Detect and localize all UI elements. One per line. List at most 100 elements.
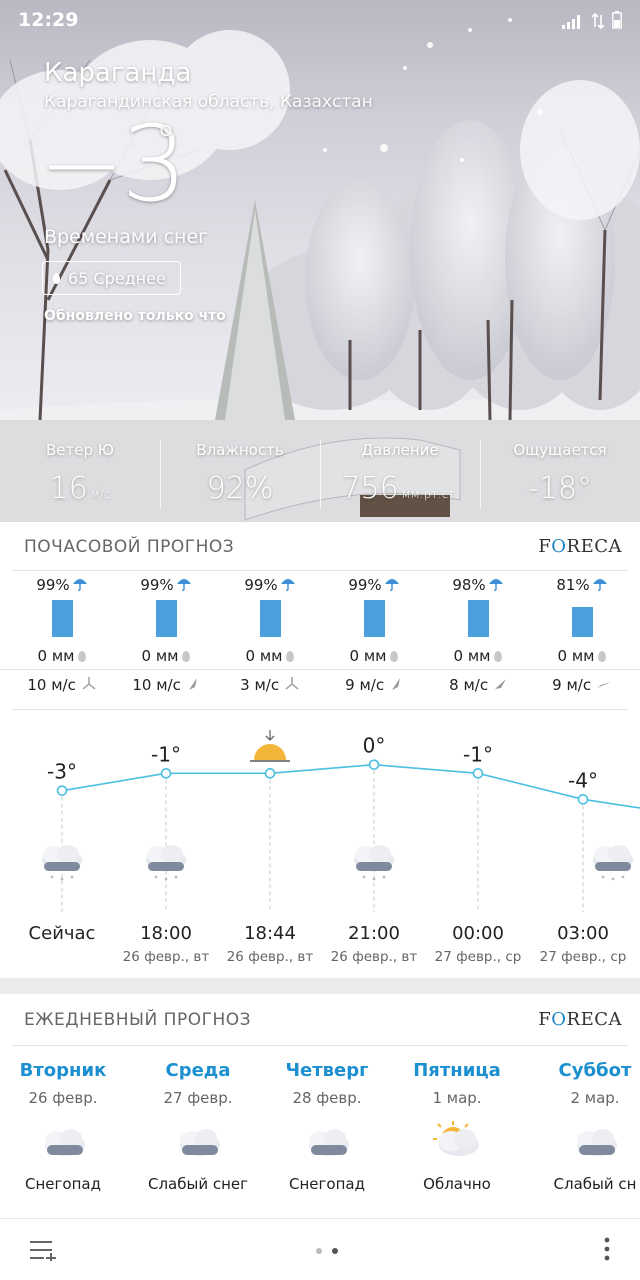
stat-value: -18°: [480, 471, 640, 506]
hourly-column: 81% 0 мм: [530, 570, 634, 665]
umbrella-icon: [384, 579, 399, 592]
wind-cell: 10 м/с: [10, 676, 114, 694]
wind-speed: 3 м/с: [240, 676, 280, 694]
precip-pct: 99%: [140, 576, 174, 594]
precip-bar: [571, 607, 593, 637]
temperature-point: [264, 768, 276, 779]
umbrella-icon: [176, 579, 191, 592]
stat-value: 756 мм.рт.ст.: [320, 471, 480, 506]
day-name: Вторник: [19, 1060, 107, 1081]
precip-pct: 99%: [348, 576, 382, 594]
temperature-point: [160, 768, 172, 779]
day-condition: Облачно: [423, 1175, 491, 1193]
wind-speed: 10 м/с: [132, 676, 181, 694]
stat-number: -18°: [528, 471, 592, 506]
temperature-point: [472, 768, 484, 779]
day-condition: Слабый сн: [553, 1175, 637, 1193]
city-name[interactable]: Караганда: [44, 58, 191, 88]
air-quality-value: 65 Среднее: [68, 268, 166, 288]
precip-probability: 99%: [114, 576, 218, 594]
data-transfer-icon: [592, 13, 604, 29]
temperature-label: -4°: [568, 768, 598, 792]
wind-direction-icon: [494, 679, 506, 689]
temperature-line: [61, 763, 640, 809]
wind-direction-icon: [391, 678, 400, 690]
foreca-logo[interactable]: FORECA: [538, 1009, 622, 1030]
current-weather-panel: 12:29 Караганда Карагандинская область, …: [0, 0, 640, 522]
bottom-bar: [0, 1218, 640, 1280]
wind-variable-icon: [82, 677, 96, 690]
day-column[interactable]: Пятница 1 мар. Облачно: [392, 1060, 522, 1193]
more-options-icon[interactable]: [604, 1237, 610, 1261]
stat-label: Давление: [361, 441, 439, 459]
precip-amount: 0 мм: [530, 647, 634, 665]
precip-probability: 98%: [426, 576, 530, 594]
precip-pct: 99%: [36, 576, 70, 594]
foreca-logo[interactable]: FORECA: [538, 536, 622, 557]
air-quality-drop-icon: [53, 272, 60, 284]
precip-pct: 99%: [244, 576, 278, 594]
temperature-point: [577, 794, 589, 805]
partly-cloudy-icon: [433, 1121, 479, 1156]
time-label: 18:44: [244, 923, 296, 944]
time-label: 00:00: [452, 923, 504, 944]
day-column[interactable]: Суббот 2 мар. Слабый сн: [530, 1060, 640, 1193]
time-label: 03:00: [557, 923, 609, 944]
page-dot: [316, 1248, 322, 1254]
precip-amount: 0 мм: [322, 647, 426, 665]
logo-part: O: [551, 536, 567, 557]
day-column[interactable]: Четверг 28 февр. Снегопад: [262, 1060, 392, 1193]
precip-probability: 81%: [530, 576, 634, 594]
locations-menu-icon[interactable]: [30, 1239, 56, 1261]
precip-mm: 0 мм: [453, 647, 491, 665]
day-name: Четверг: [285, 1060, 369, 1081]
day-column[interactable]: Вторник 26 февр. Снегопад: [0, 1060, 128, 1193]
stat-label: Влажность: [196, 441, 284, 459]
precip-pct: 98%: [452, 576, 486, 594]
hourly-temperature-chart[interactable]: -3° Сейчас -1° 18:00 26 февр., вт 18:44 26 фев…: [0, 712, 640, 972]
precip-probability: 99%: [10, 576, 114, 594]
day-condition: Снегопад: [25, 1175, 101, 1193]
umbrella-icon: [72, 579, 87, 592]
air-quality-badge[interactable]: 65 Среднее: [42, 261, 181, 295]
date-label: 27 февр., ср: [540, 949, 627, 965]
wind-speed: 10 м/с: [27, 676, 76, 694]
temperature-label: -1°: [151, 742, 181, 766]
divider: [12, 709, 628, 710]
temperature-point: [368, 759, 380, 770]
drop-icon: [390, 651, 399, 662]
updated-time: Обновлено только что: [44, 308, 226, 324]
drop-icon: [182, 651, 191, 662]
precip-mm: 0 мм: [349, 647, 387, 665]
stat-number: 92%: [206, 471, 274, 506]
wind-speed: 9 м/с: [552, 676, 592, 694]
sunset-icon: [250, 730, 290, 762]
day-condition: Слабый снег: [147, 1175, 249, 1193]
day-name: Пятница: [413, 1060, 501, 1081]
day-name: Среда: [165, 1060, 231, 1081]
stat-label: Ощущается: [513, 441, 607, 459]
day-column[interactable]: Среда 27 февр. Слабый снег: [133, 1060, 263, 1193]
wind-speed: 9 м/с: [345, 676, 385, 694]
stat-wind: Ветер Ю 16 м/с: [0, 434, 160, 514]
day-date: 1 мар.: [432, 1089, 482, 1107]
time-label: 21:00: [348, 923, 400, 944]
umbrella-icon: [592, 579, 607, 592]
temperature-label: -3°: [47, 760, 77, 784]
stat-humidity: Влажность 92%: [160, 434, 320, 514]
hourly-header: ПОЧАСОВОЙ ПРОГНОЗ FORECA: [0, 522, 640, 572]
drop-icon: [598, 651, 607, 662]
degree-symbol: °: [156, 118, 176, 164]
divider: [0, 669, 640, 670]
daily-title: ЕЖЕДНЕВНЫЙ ПРОГНОЗ: [24, 1010, 252, 1030]
date-label: 26 февр., вт: [331, 949, 418, 965]
signal-icon: [562, 15, 580, 29]
stat-value: 16 м/с: [0, 471, 160, 506]
day-date: 27 февр.: [163, 1089, 233, 1107]
stat-unit: м/с: [90, 487, 111, 501]
drop-icon: [78, 651, 87, 662]
precip-mm: 0 мм: [141, 647, 179, 665]
temperature-label: -1°: [463, 742, 493, 766]
drop-icon: [494, 651, 503, 662]
snow-cloud-icon: [354, 845, 394, 881]
